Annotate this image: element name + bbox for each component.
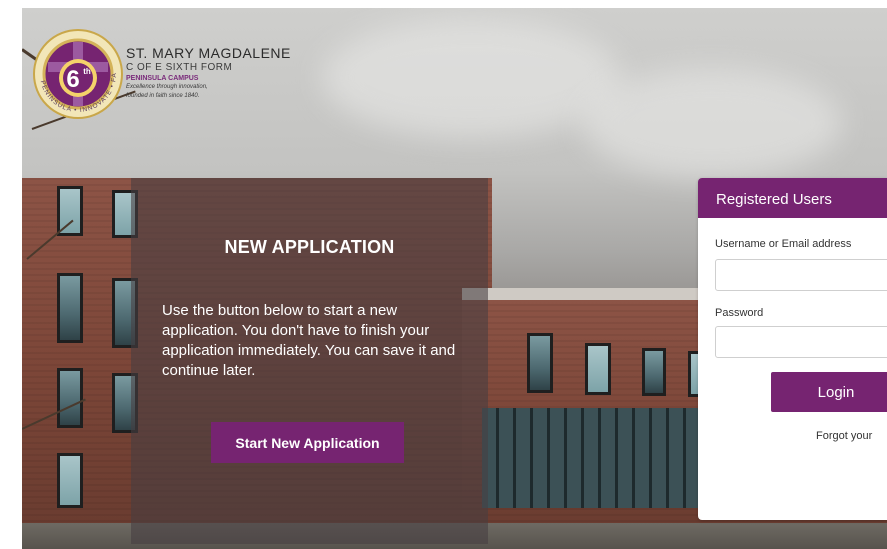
building-window — [57, 453, 83, 508]
school-logo: 6 th PENINSULA • INNOVATE • FAMILY — [32, 28, 123, 119]
logo-badge-suffix: th — [83, 67, 91, 76]
new-application-description: Use the button below to start a new appl… — [162, 302, 456, 379]
school-campus: PENINSULA CAMPUS — [126, 75, 199, 82]
school-subtitle: C OF E SIXTH FORM — [126, 62, 233, 73]
username-label: Username or Email address — [715, 238, 852, 250]
school-motto-line2: founded in faith since 1840. — [126, 93, 200, 99]
new-application-title: NEW APPLICATION — [224, 237, 395, 257]
school-name-block: ST. MARY MAGDALENE C OF E SIXTH FORM PEN… — [126, 45, 291, 100]
cloud — [582, 68, 842, 178]
login-header: Registered Users — [698, 178, 887, 218]
logo-badge-number: 6 — [66, 66, 79, 93]
building-window — [642, 348, 666, 396]
login-panel: Registered Users Username or Email addre… — [698, 178, 887, 520]
building-window — [57, 368, 83, 428]
building-window — [57, 273, 83, 343]
new-application-panel: NEW APPLICATION Use the button below to … — [131, 178, 488, 544]
building-window — [527, 333, 553, 393]
start-new-application-button[interactable]: Start New Application — [211, 422, 404, 463]
password-input[interactable] — [715, 326, 887, 358]
forgot-password-link[interactable]: Forgot your — [816, 430, 872, 442]
username-input[interactable] — [715, 259, 887, 291]
password-label: Password — [715, 307, 764, 319]
cloud — [322, 18, 622, 138]
building-window — [585, 343, 611, 395]
school-motto-line1: Excellence through innovation, — [126, 84, 208, 90]
school-name: ST. MARY MAGDALENE — [126, 45, 291, 61]
login-button[interactable]: Login — [771, 372, 887, 412]
